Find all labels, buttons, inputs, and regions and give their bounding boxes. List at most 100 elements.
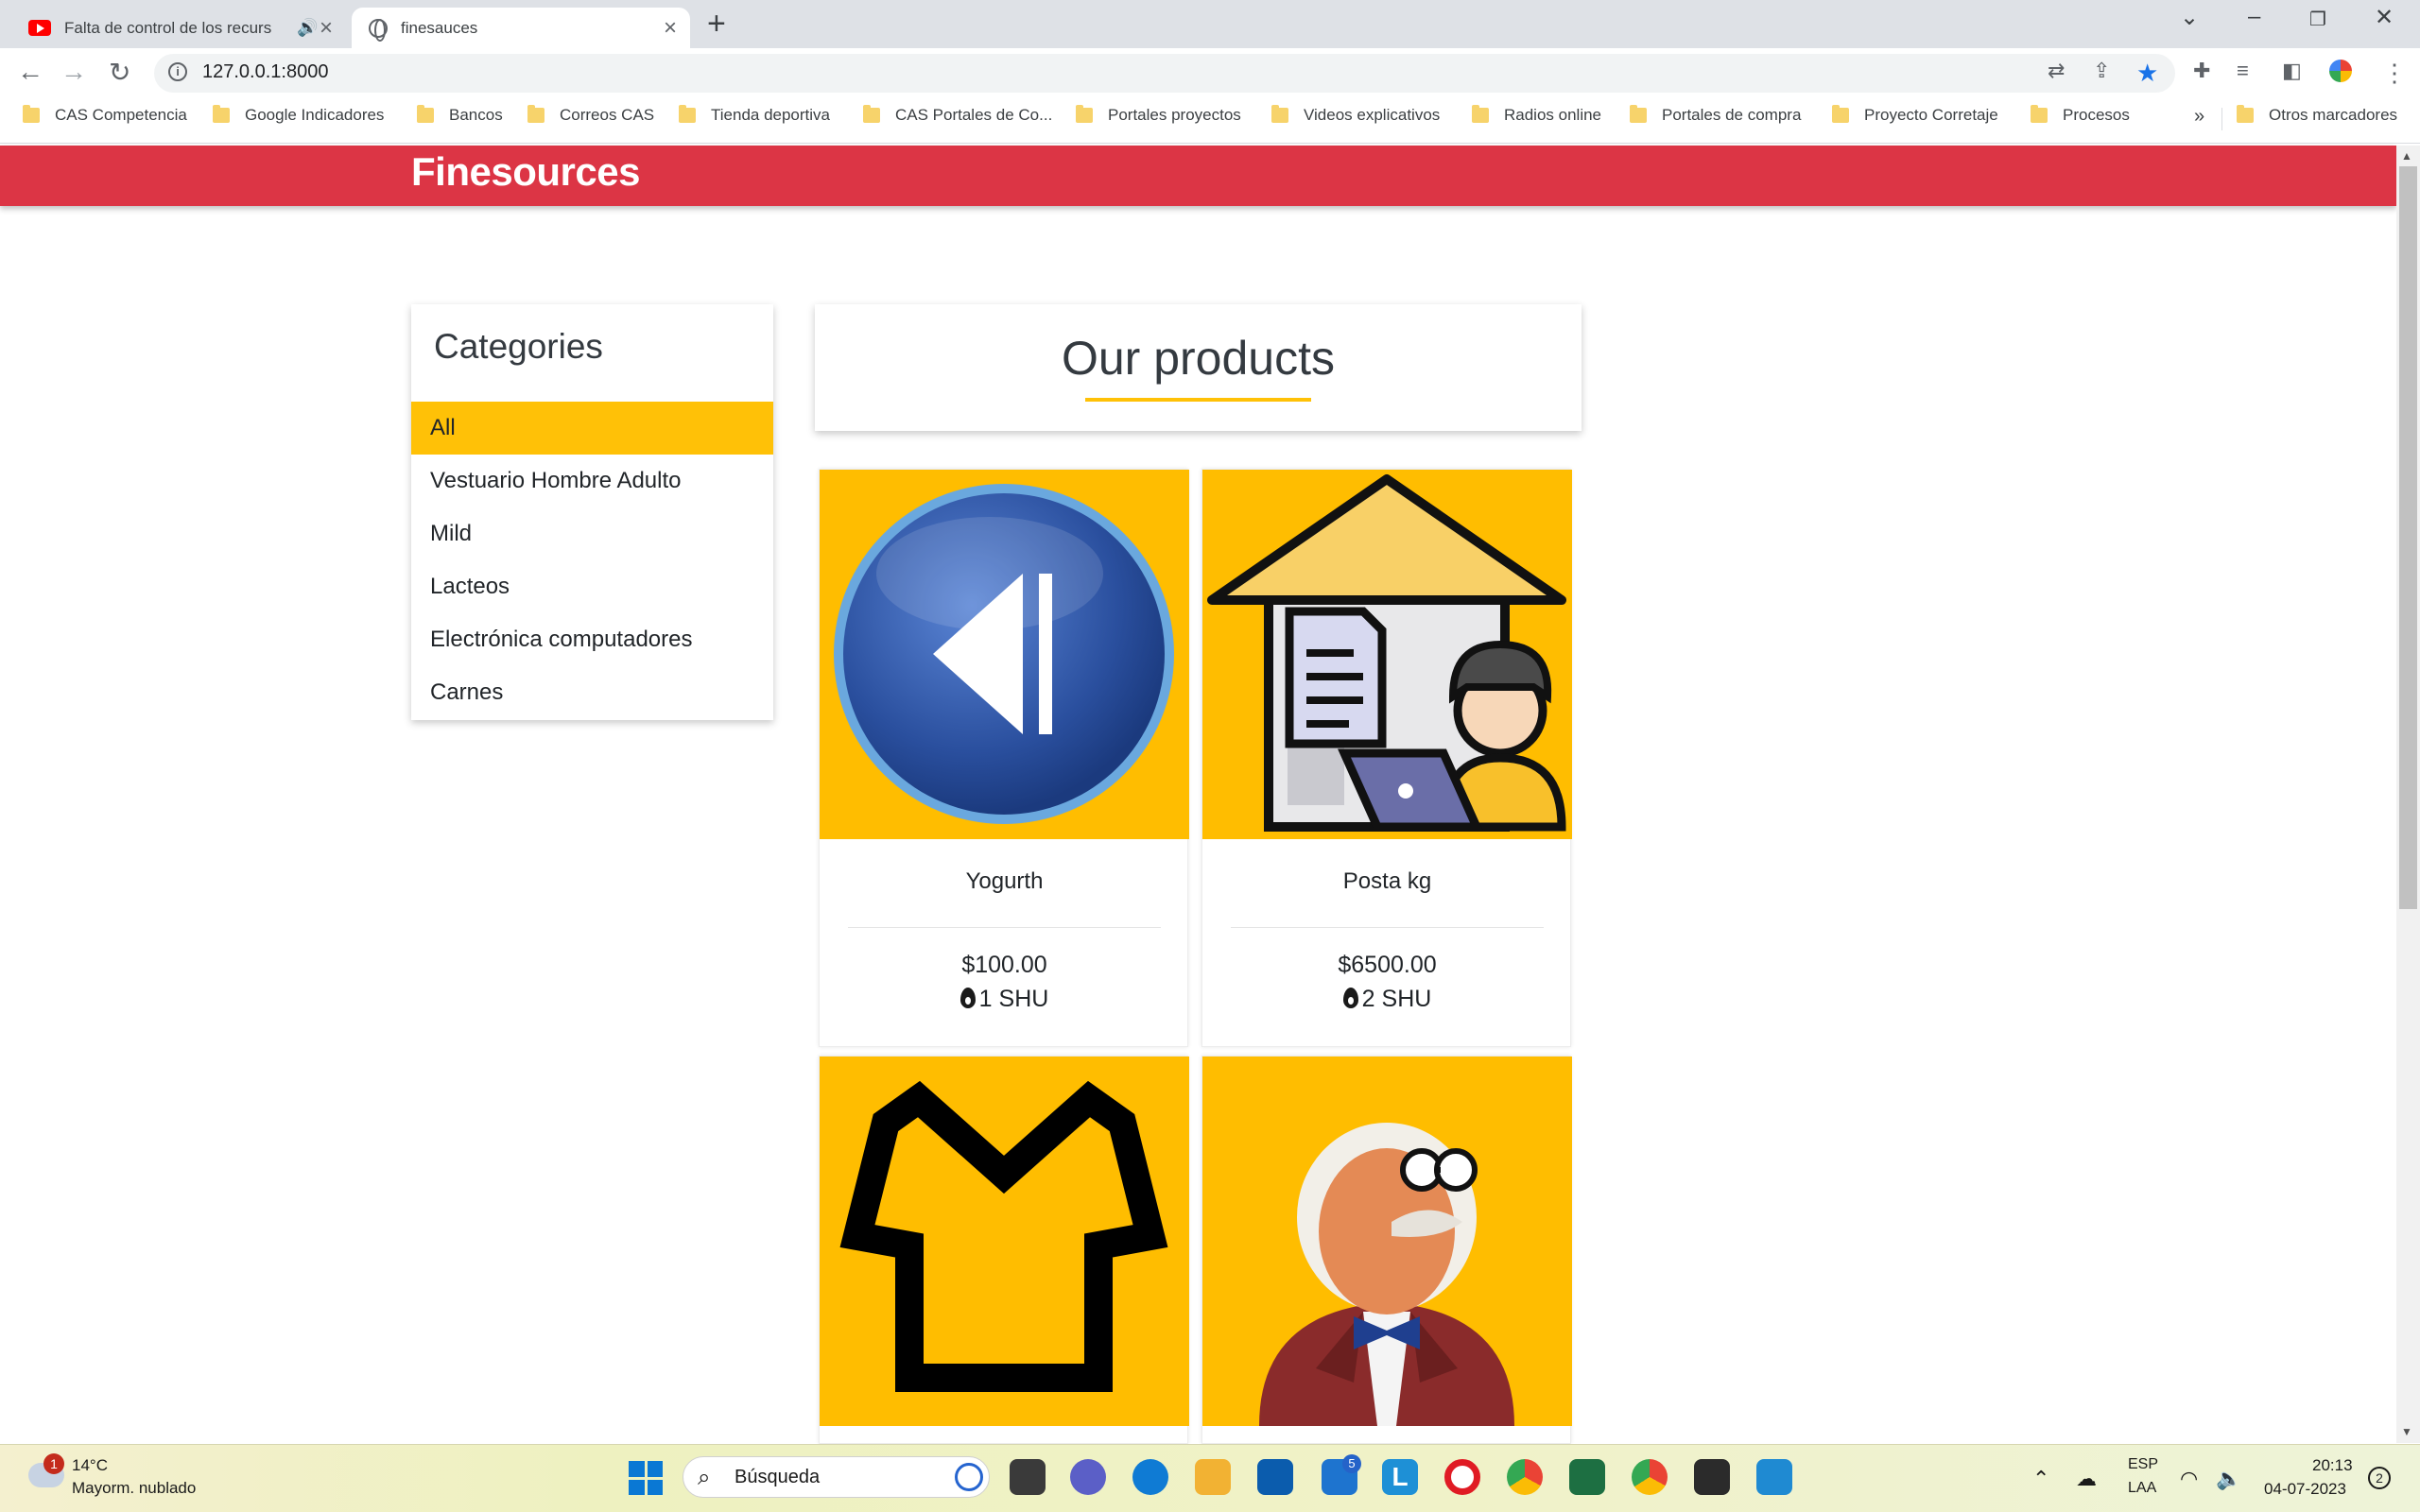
side-panel-icon[interactable]: ◧	[2282, 59, 2302, 83]
l-app-icon[interactable]: L	[1382, 1459, 1418, 1495]
product-name[interactable]: Posta kg	[1202, 868, 1572, 895]
weather-description[interactable]: Mayorm. nublado	[72, 1479, 196, 1498]
reading-list-icon[interactable]: ≡	[2237, 59, 2249, 83]
mail-badge: 5	[1342, 1454, 1361, 1473]
folder-icon	[213, 105, 230, 123]
close-window-button[interactable]: ✕	[2375, 4, 2394, 31]
scroll-down-arrow[interactable]: ▼	[2401, 1425, 2412, 1438]
wifi-icon[interactable]: ◠	[2180, 1467, 2198, 1491]
category-all[interactable]: All	[411, 402, 773, 455]
bookmark-item[interactable]: Google Indicadores	[213, 105, 384, 125]
brand-logo[interactable]: Finesources	[411, 149, 640, 195]
vscode-icon[interactable]	[1756, 1459, 1792, 1495]
bookmark-divider	[2221, 108, 2222, 130]
edge-icon[interactable]	[1132, 1459, 1168, 1495]
reload-button[interactable]: ↻	[109, 57, 130, 88]
bookmark-item[interactable]: Radios online	[1472, 105, 1601, 125]
product-card[interactable]	[819, 1056, 1189, 1444]
notifications-badge[interactable]: 2	[2368, 1467, 2391, 1489]
bookmark-item[interactable]: Procesos	[2031, 105, 2130, 125]
start-button[interactable]	[629, 1461, 663, 1495]
folder-icon	[679, 105, 696, 123]
category-carnes[interactable]: Carnes	[411, 666, 773, 719]
scientist-image	[1259, 1123, 1514, 1426]
folder-icon	[1271, 105, 1288, 123]
bing-icon[interactable]	[955, 1463, 983, 1491]
product-divider	[1231, 927, 1544, 928]
keyboard-layout[interactable]: LAA	[2128, 1480, 2156, 1497]
globe-icon	[369, 18, 388, 42]
minimize-button[interactable]: –	[2248, 4, 2260, 30]
speaker-icon[interactable]: 🔊	[297, 18, 318, 38]
bookmark-item[interactable]: CAS Competencia	[23, 105, 187, 125]
clock-time[interactable]: 20:13	[2312, 1456, 2353, 1475]
bookmark-item[interactable]: Videos explicativos	[1271, 105, 1440, 125]
opera-icon[interactable]	[1444, 1459, 1480, 1495]
close-tab-icon[interactable]: ×	[664, 15, 677, 42]
category-mild[interactable]: Mild	[411, 507, 773, 560]
back-button[interactable]: ←	[17, 57, 43, 87]
bookmark-item[interactable]: Correos CAS	[527, 105, 654, 125]
product-name[interactable]: Yogurth	[820, 868, 1189, 895]
scrollbar-thumb[interactable]	[2399, 166, 2417, 909]
bookmark-item[interactable]: CAS Portales de Co...	[863, 105, 1052, 125]
site-info-icon[interactable]: i	[168, 62, 187, 81]
tray-chevron-icon[interactable]: ⌃	[2032, 1467, 2049, 1491]
bookmark-item[interactable]: Tienda deportiva	[679, 105, 830, 125]
excel-icon[interactable]	[1569, 1459, 1605, 1495]
folder-icon	[527, 105, 544, 123]
scroll-up-arrow[interactable]: ▲	[2401, 149, 2412, 163]
tab-finesauces[interactable]: finesauces ×	[352, 8, 690, 48]
bookmark-item[interactable]: Proyecto Corretaje	[1832, 105, 1998, 125]
search-placeholder[interactable]: Búsqueda	[735, 1467, 820, 1488]
file-explorer-icon[interactable]	[1195, 1459, 1231, 1495]
store-icon[interactable]	[1257, 1459, 1293, 1495]
product-card[interactable]: Yogurth $100.00 1 SHU	[819, 469, 1189, 1047]
new-tab-button[interactable]: +	[707, 6, 726, 43]
back-button-image	[834, 484, 1174, 824]
tab-title: Falta de control de los recurs	[64, 18, 272, 37]
bookmark-star-icon[interactable]: ★	[2136, 59, 2158, 88]
volume-icon[interactable]: 🔈	[2216, 1467, 2241, 1491]
bookmark-item[interactable]: Portales proyectos	[1076, 105, 1241, 125]
tab-title: finesauces	[401, 18, 478, 37]
menu-icon[interactable]: ⋮	[2382, 59, 2407, 88]
category-vestuario[interactable]: Vestuario Hombre Adulto	[411, 455, 773, 507]
address-bar[interactable]	[154, 54, 2175, 93]
other-bookmarks[interactable]: Otros marcadores	[2237, 105, 2397, 125]
weather-temp[interactable]: 14°C	[72, 1456, 108, 1475]
bookmark-item[interactable]: Portales de compra	[1630, 105, 1801, 125]
product-image[interactable]	[820, 470, 1189, 839]
tab-search-icon[interactable]: ⌄	[2180, 4, 2199, 31]
product-image[interactable]	[820, 1057, 1189, 1426]
product-price: $100.00	[961, 952, 1047, 978]
teams-icon[interactable]	[1070, 1459, 1106, 1495]
share-icon[interactable]: ⇪	[2093, 59, 2110, 83]
product-card[interactable]	[1201, 1056, 1572, 1444]
product-image[interactable]	[1202, 470, 1572, 839]
terminal-icon[interactable]	[1694, 1459, 1730, 1495]
language-indicator[interactable]: ESP	[2128, 1456, 2158, 1473]
restore-button[interactable]: ❐	[2309, 8, 2326, 31]
bookmarks-overflow-button[interactable]: »	[2194, 106, 2204, 128]
close-tab-icon[interactable]: ×	[320, 15, 333, 42]
bookmark-item[interactable]: Bancos	[417, 105, 503, 125]
task-view-icon[interactable]	[1010, 1459, 1046, 1495]
onedrive-icon[interactable]: ☁	[2076, 1467, 2097, 1491]
chrome-profile-icon[interactable]	[1632, 1459, 1668, 1495]
url-text[interactable]: 127.0.0.1:8000	[202, 61, 328, 83]
product-card[interactable]: Posta kg $6500.00 2 SHU	[1201, 469, 1572, 1047]
category-lacteos[interactable]: Lacteos	[411, 560, 773, 613]
youtube-icon	[28, 20, 51, 36]
translate-icon[interactable]: ⇄	[2048, 59, 2065, 83]
folder-icon	[417, 105, 434, 123]
product-image[interactable]	[1202, 1057, 1572, 1426]
tab-youtube[interactable]: Falta de control de los recurs 🔊 ×	[8, 8, 346, 48]
chrome-icon[interactable]	[1507, 1459, 1543, 1495]
extensions-icon[interactable]: ✚	[2193, 59, 2210, 83]
category-electronica[interactable]: Electrónica computadores	[411, 613, 773, 666]
forward-button[interactable]: →	[60, 57, 87, 87]
taskbar-search[interactable]	[683, 1456, 990, 1498]
clock-date[interactable]: 04-07-2023	[2264, 1480, 2346, 1499]
profile-avatar[interactable]	[2329, 60, 2352, 82]
